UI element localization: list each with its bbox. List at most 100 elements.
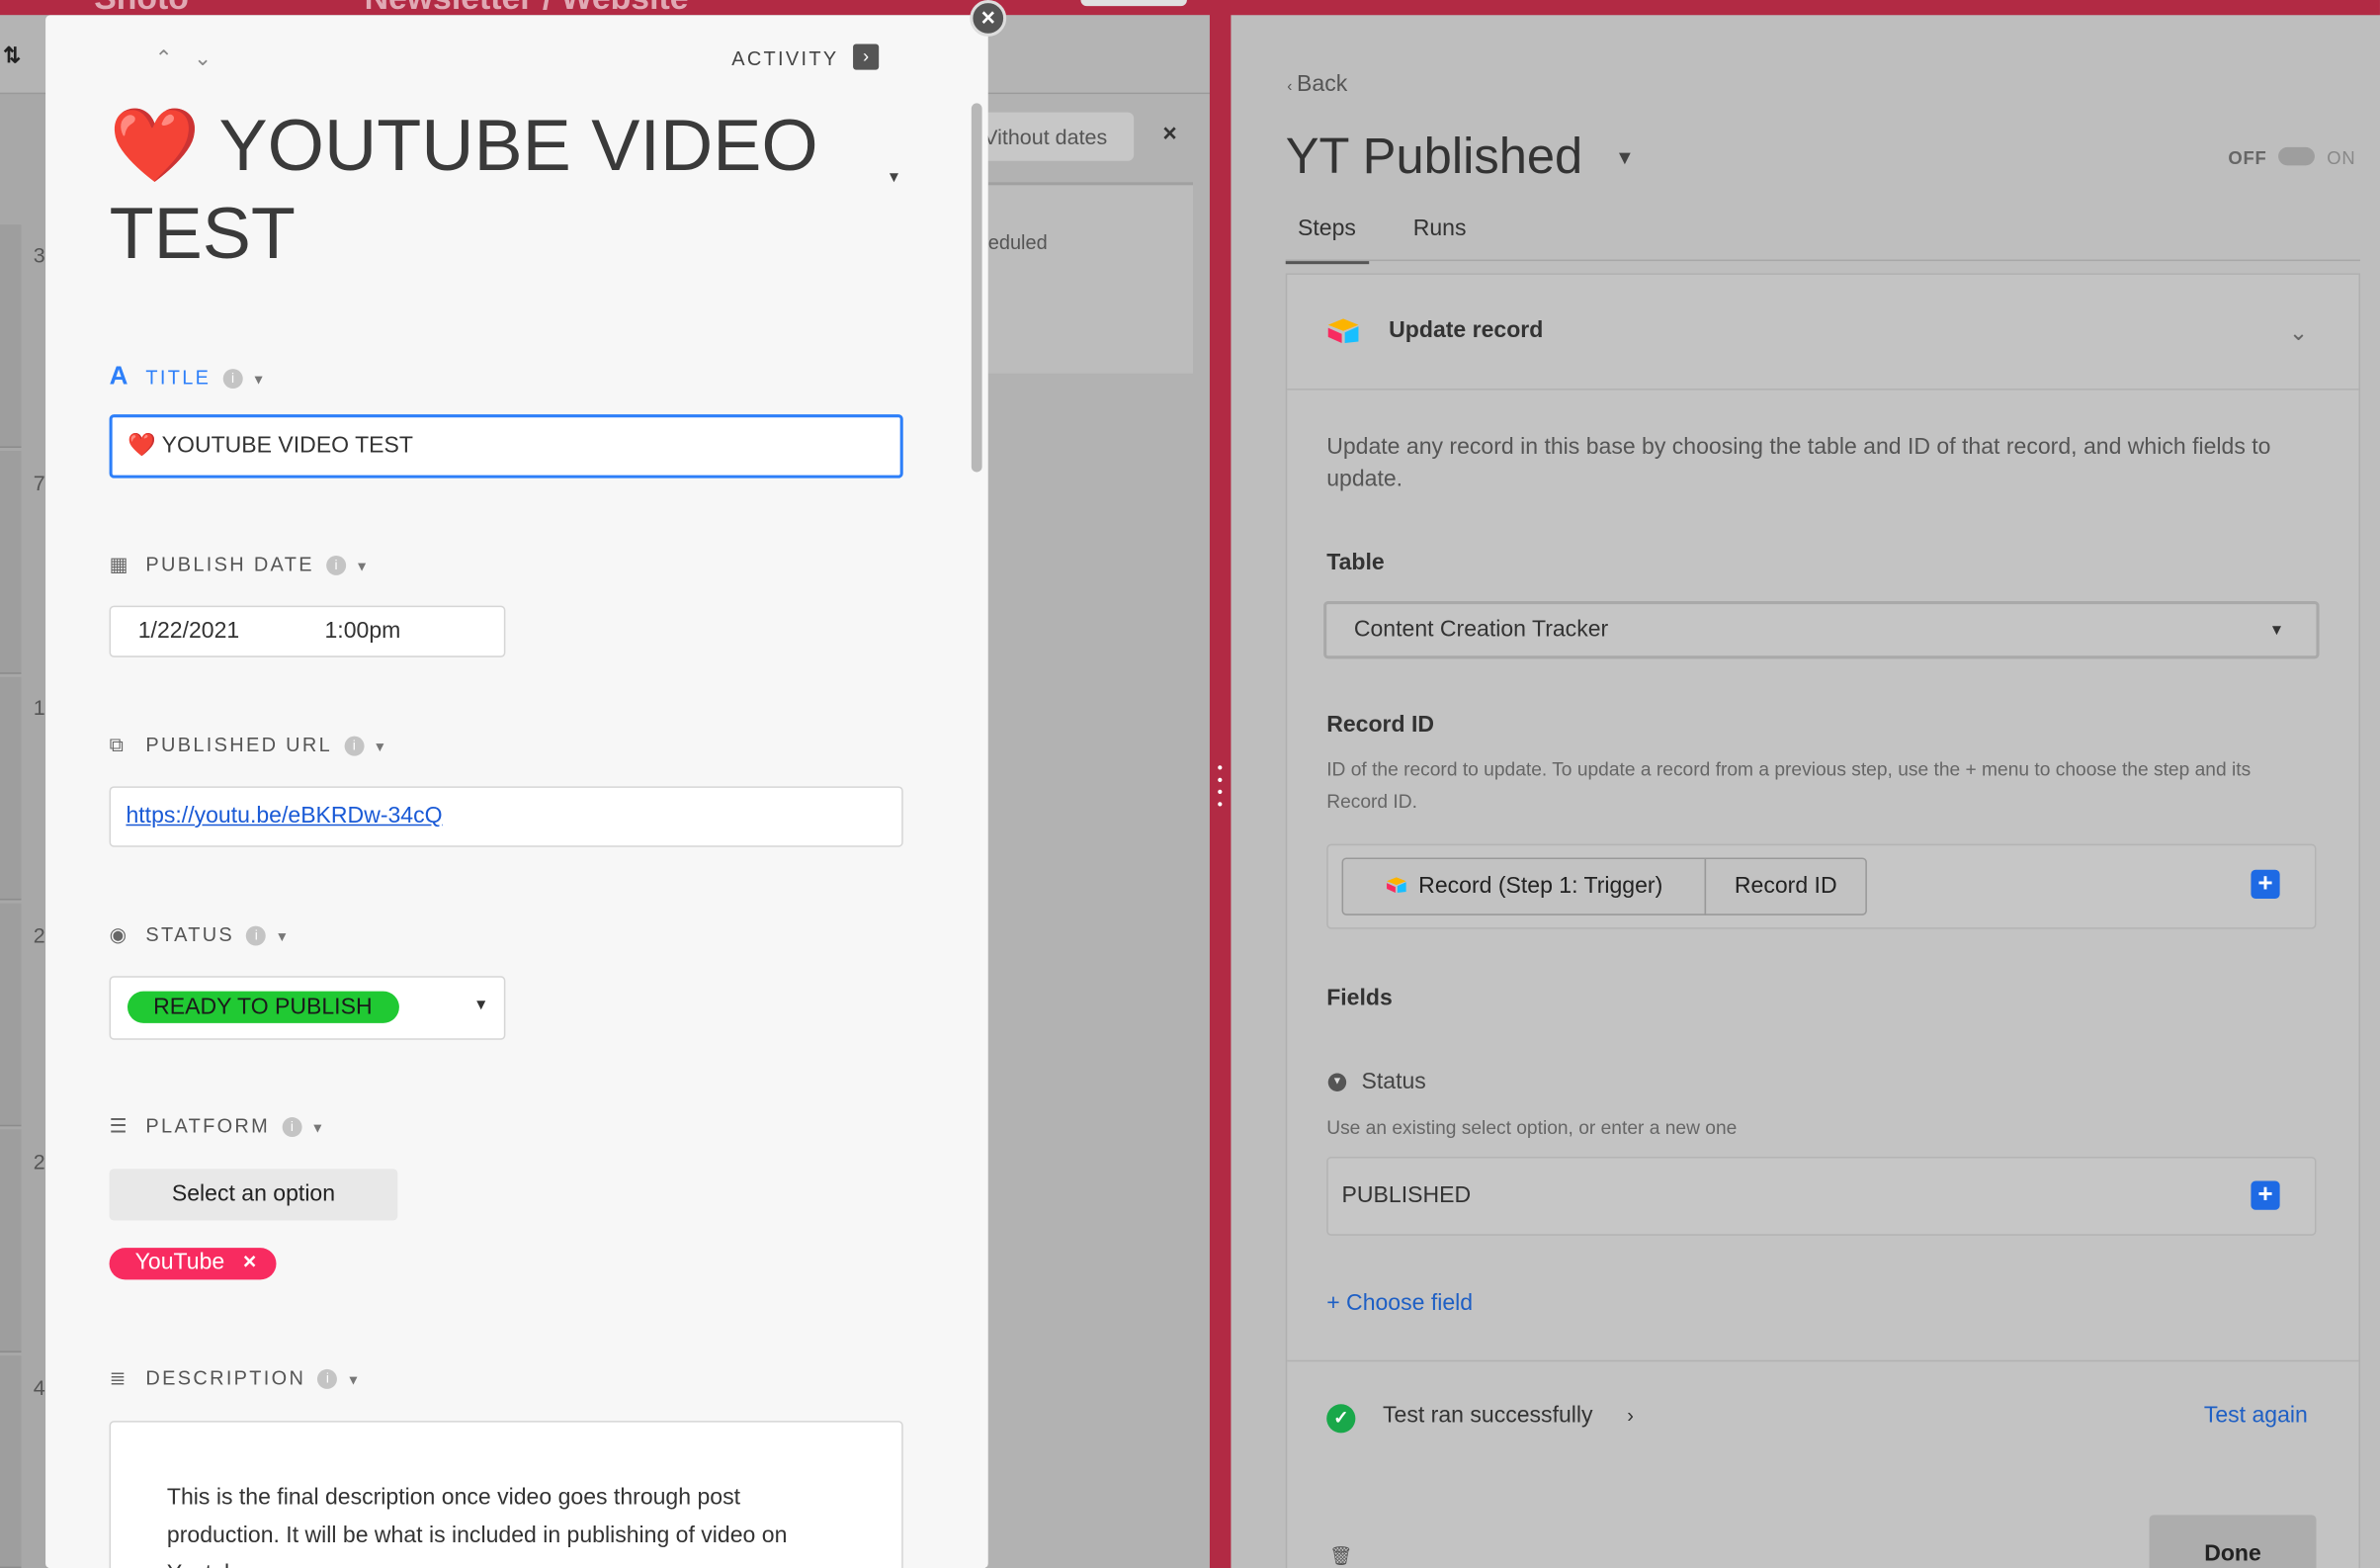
record-nav-arrows-icon[interactable]: ⌃⌄ [155,45,233,71]
activity-toggle[interactable]: ACTIVITY [731,47,838,70]
chevron-right-icon[interactable]: › [1627,1404,1634,1427]
back-label: Back [1297,71,1348,98]
title-menu-caret-icon[interactable]: ▼ [887,170,901,187]
info-icon[interactable]: i [282,1117,302,1138]
publish-date-label-text: PUBLISH DATE [145,552,314,575]
table-dropdown-caret-icon[interactable]: ▼ [2269,623,2284,640]
calendar-row [0,903,22,1127]
trash-icon[interactable]: 🗑 [1329,1545,1352,1568]
chevron-down-icon[interactable]: ⌄ [2289,318,2308,346]
field-menu-caret-icon[interactable]: ▼ [355,559,371,573]
test-status[interactable]: Test ran successfully [1383,1403,1593,1429]
record-title: ❤️ YOUTUBE VIDEO TEST [110,103,823,261]
link-icon: ⧉ [109,733,127,756]
published-url-field-label: ⧉ PUBLISHED URL i ▼ [110,734,389,758]
unscheduled-label: eduled [987,230,1048,254]
platform-tag-youtube: YouTube × [109,1248,277,1280]
title-input-value: ❤️ YOUTUBE VIDEO TEST [127,432,413,459]
single-select-icon: ▼ [1327,1073,1347,1091]
calendar-day-number: 2 [33,1149,45,1174]
fields-label: Fields [1326,985,1393,1011]
toggle-on-label: ON [2327,146,2356,169]
published-url-input[interactable]: https://youtu.be/eBKRDw-34cQ [109,786,903,847]
airtable-logo-icon [1386,877,1405,893]
status-field-name: Status [1361,1068,1426,1095]
published-url-link[interactable]: https://youtu.be/eBKRDw-34cQ [126,803,442,828]
record-token-step[interactable]: Record (Step 1: Trigger) [1341,857,1707,915]
record-id-hint: ID of the record to update. To update a … [1326,758,2252,813]
top-bar-button[interactable] [1080,0,1187,7]
field-menu-caret-icon[interactable]: ▼ [276,929,292,944]
info-icon[interactable]: i [317,1368,338,1389]
automation-menu-caret-icon[interactable]: ▼ [1615,145,1635,168]
calendar-row [0,224,22,448]
toggle-off-label: OFF [2228,146,2267,169]
info-icon[interactable]: i [222,369,243,390]
without-dates-button[interactable]: Vithout dates [968,112,1135,161]
top-bar: Shoto Newsletter / Website [0,0,2380,17]
status-field-hint: Use an existing select option, or enter … [1326,1117,1738,1139]
text-field-icon: A [109,361,130,391]
automation-toggle[interactable] [2278,146,2315,166]
prev-record-icon[interactable]: ⌃ [155,45,195,70]
automation-title[interactable]: YT Published [1286,128,1583,185]
app-stage: Shoto Newsletter / Website ⇅ 3 7 1 2 2 4… [0,0,2380,1568]
description-field-label: ≣ DESCRIPTION i ▼ [110,1366,363,1391]
unscheduled-card[interactable]: eduled [987,182,1194,374]
next-record-icon[interactable]: ⌄ [194,45,233,70]
title-input[interactable]: ❤️ YOUTUBE VIDEO TEST [109,414,903,479]
choose-field-button[interactable]: + Choose field [1326,1290,1473,1316]
field-menu-caret-icon[interactable]: ▼ [347,1372,363,1387]
long-text-icon: ≣ [109,1365,128,1389]
status-field-label: ◉ STATUS i ▼ [110,923,292,948]
description-textarea[interactable]: This is the final description once video… [109,1421,903,1568]
date-value[interactable]: 1/22/2021 [138,618,239,644]
field-menu-caret-icon[interactable]: ▼ [311,1120,327,1135]
publish-date-input[interactable]: 1/22/2021 1:00pm [109,605,506,657]
tab-runs[interactable]: Runs [1413,216,1467,241]
record-token-field[interactable]: Record ID [1704,857,1867,915]
test-again-button[interactable]: Test again [2204,1403,2308,1429]
modal-scrollbar[interactable] [971,103,982,473]
record-token-step-label: Record (Step 1: Trigger) [1418,872,1663,899]
record-id-label: Record ID [1326,712,1435,739]
status-value-input[interactable]: PUBLISHED [1326,1156,2317,1236]
info-icon[interactable]: i [246,925,267,946]
resize-handle-icon[interactable]: • • • • [1218,761,1224,813]
select-option-button[interactable]: Select an option [109,1169,398,1221]
field-menu-caret-icon[interactable]: ▼ [252,372,268,387]
calendar-row [0,1355,22,1568]
status-dropdown-caret-icon[interactable]: ▼ [473,998,488,1014]
calendar-icon: ▦ [109,552,130,575]
description-label-text: DESCRIPTION [145,1365,306,1389]
publish-date-field-label: ▦ PUBLISH DATE i ▼ [110,553,372,577]
close-modal-icon[interactable]: × [970,0,1007,37]
table-label: Table [1326,549,1385,575]
info-icon[interactable]: i [326,555,347,575]
insert-token-plus-icon[interactable]: + [2251,869,2280,899]
calendar-day-number: 3 [33,242,45,268]
back-link[interactable]: ‹ Back [1287,71,1347,97]
step-description: Update any record in this base by choosi… [1326,434,2271,492]
status-label-text: STATUS [145,922,235,946]
sort-icon[interactable]: ⇅ [3,43,21,68]
done-button[interactable]: Done [2149,1515,2317,1568]
title-field-label: A TITLE i ▼ [110,361,268,392]
calendar-row [0,676,22,901]
tab-steps[interactable]: Steps [1285,216,1370,265]
step-title: Update record [1389,316,1544,344]
insert-token-plus-icon[interactable]: + [2251,1180,2280,1210]
table-select[interactable]: Content Creation Tracker [1323,601,2320,659]
record-title-text: YOUTUBE VIDEO TEST [109,106,818,262]
time-value[interactable]: 1:00pm [324,618,400,644]
close-panel-icon[interactable]: × [1162,122,1176,149]
chevron-left-icon: ‹ [1287,78,1293,96]
collapse-panel-icon[interactable]: › [853,44,880,70]
check-circle-icon: ✓ [1326,1404,1356,1434]
published-url-label-text: PUBLISHED URL [145,733,333,756]
multi-select-icon: ☰ [109,1113,129,1138]
remove-tag-icon[interactable]: × [243,1250,256,1275]
info-icon[interactable]: i [344,736,365,756]
field-menu-caret-icon[interactable]: ▼ [373,740,388,754]
heart-emoji: ❤️ [109,106,201,187]
